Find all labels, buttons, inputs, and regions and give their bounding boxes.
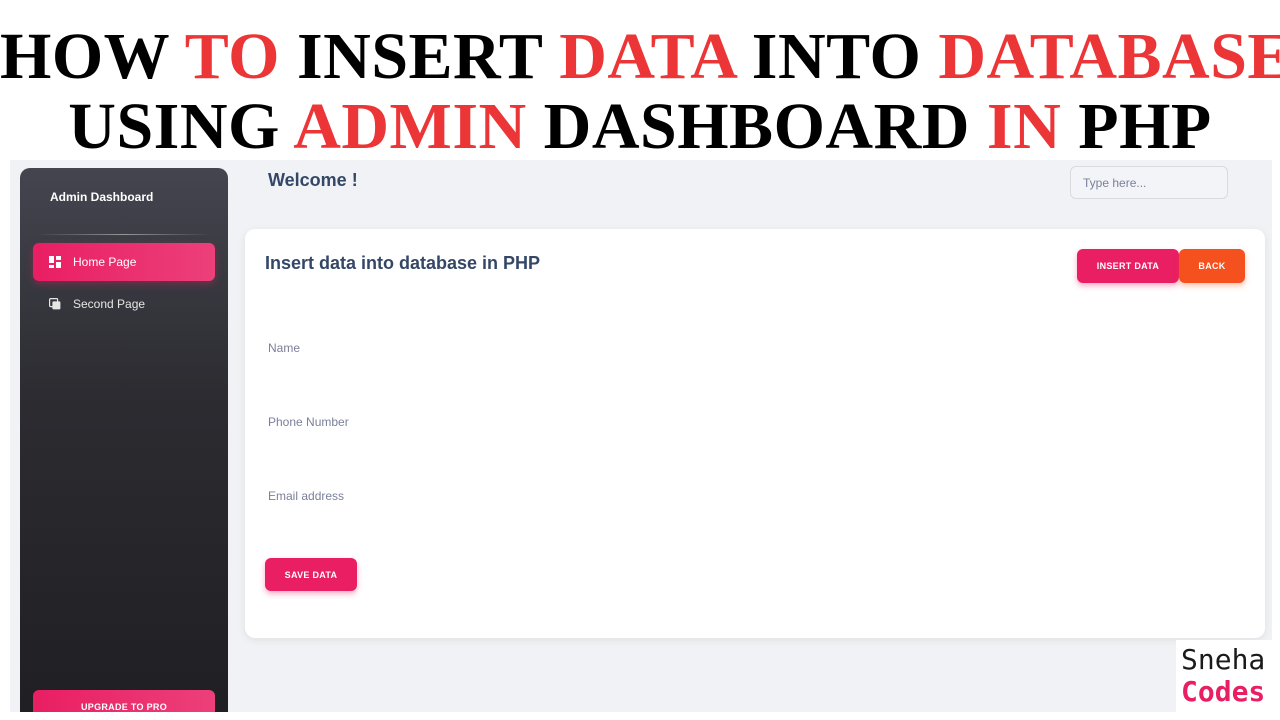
dashboard-grid-icon — [49, 256, 61, 268]
phone-number-label: Phone Number — [268, 415, 349, 429]
card-title: Insert data into database in PHP — [265, 253, 541, 273]
headline-word: ADMIN — [293, 90, 544, 163]
sidebar-item-label: Second Page — [73, 297, 146, 311]
name-field[interactable] — [265, 357, 1245, 385]
headline-word: PHP — [1078, 90, 1212, 163]
sidebar: Admin Dashboard Home Page Second Page UP… — [20, 168, 228, 712]
save-data-button[interactable]: SAVE DATA — [265, 558, 357, 591]
insert-data-button[interactable]: INSERT DATA — [1077, 249, 1179, 283]
headline-word: IN — [986, 90, 1079, 163]
sidebar-item-second-page[interactable]: Second Page — [33, 285, 215, 323]
headline-word: HOW — [0, 20, 185, 93]
video-headline: HOW TO INSERT DATA INTO DATABASE USING A… — [0, 0, 1280, 160]
email-address-field[interactable] — [265, 505, 1245, 533]
sidebar-divider — [36, 234, 212, 235]
headline-word: TO — [184, 20, 297, 93]
headline-word: INTO — [751, 20, 939, 93]
admin-dashboard: Admin Dashboard Home Page Second Page UP… — [10, 160, 1272, 712]
watermark-line-1: Sneha — [1181, 643, 1266, 676]
back-button[interactable]: BACK — [1179, 249, 1245, 283]
headline-word: DATA — [559, 20, 752, 93]
name-label: Name — [268, 341, 301, 355]
copy-pages-icon — [49, 298, 61, 310]
headline-line-2: USING ADMIN DASHBOARD IN PHP — [0, 94, 1280, 160]
sidebar-item-home-page[interactable]: Home Page — [33, 243, 215, 281]
headline-line-1: HOW TO INSERT DATA INTO DATABASE — [0, 24, 1280, 90]
headline-word: DASHBOARD — [543, 90, 987, 163]
insert-data-card: Insert data into database in PHP INSERT … — [245, 229, 1265, 638]
watermark-line-2: Codes — [1181, 675, 1266, 709]
channel-watermark: Sneha Codes — [1176, 640, 1280, 720]
headline-word: USING — [68, 90, 294, 163]
upgrade-to-pro-button[interactable]: UPGRADE TO PRO — [33, 690, 215, 712]
search-input[interactable] — [1070, 166, 1228, 199]
phone-number-field[interactable] — [265, 431, 1245, 459]
sidebar-item-label: Home Page — [73, 255, 137, 269]
headline-word: DATABASE — [938, 20, 1280, 93]
page-title: Welcome ! — [268, 170, 358, 190]
sidebar-brand[interactable]: Admin Dashboard — [50, 190, 153, 204]
headline-word: INSERT — [296, 20, 560, 93]
email-address-label: Email address — [268, 489, 345, 503]
